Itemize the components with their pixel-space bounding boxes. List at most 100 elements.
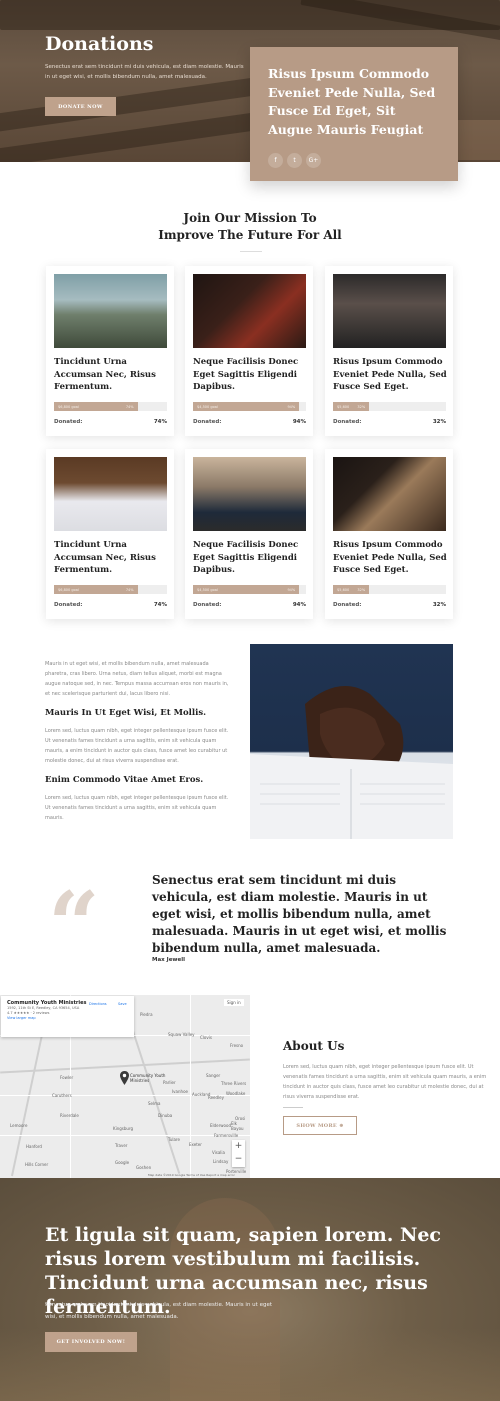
map-town-label: Squaw Valley [168,1032,195,1037]
praying-hands-image [250,644,453,839]
hero-description: Senectus erat sem tincidunt mi duis vehi… [45,64,244,80]
map-pin-icon[interactable] [120,1071,129,1085]
map-sign-in[interactable]: Sign in [224,999,244,1006]
page-title: Donations [45,33,154,55]
donated-label: Donated: [193,602,222,608]
donation-card-title[interactable]: Neque Facilisis Donec Eget Sagittis Elig… [193,539,309,577]
cta-text: Senectus erat sem tincidunt mi duis vehi… [45,1302,272,1320]
show-more-button[interactable]: SHOW MORE ⊕ [283,1116,357,1135]
donation-progress-fill: $5,600 32% [333,402,370,411]
donation-card-image [54,457,167,531]
donated-label: Donated: [54,419,83,425]
donation-card-image [333,274,446,348]
map-town-label: Fowler [60,1075,74,1080]
about-heading: About Us [283,1039,345,1053]
hero-feature-card: Risus Ipsum Commodo Eveniet Pede Nulla, … [250,47,458,181]
get-involved-button[interactable]: GET INVOLVED NOW! [45,1332,137,1352]
donation-card-title[interactable]: Risus Ipsum Commodo Eveniet Pede Nulla, … [333,539,449,577]
map-footer: Map data ©2019 Google Terms of Use Repor… [148,1173,235,1177]
donation-card-title[interactable]: Risus Ipsum Commodo Eveniet Pede Nulla, … [333,356,449,394]
mission-heading-line-1: Join Our Mission To [183,211,317,225]
map-town-label: Hanford [26,1144,42,1149]
donation-card-image [54,274,167,348]
map-place-card: Community Youth Ministries 1592, 11th St… [1,996,134,1037]
donation-card-image [333,457,446,531]
article-paragraph-1: Lorem sed, luctus quam nibh, eget intege… [45,728,229,764]
donated-percent: 32% [432,602,446,608]
progress-goal-label: $5,600 [337,404,350,409]
quote-mark-icon: “ [48,872,100,978]
donation-card[interactable]: Tincidunt Urna Accumsan Nec, Risus Ferme… [46,266,174,436]
donated-percent: 94% [292,602,306,608]
article-heading-2: Enim Commodo Vitae Amet Eros. [45,775,204,785]
donated-label: Donated: [333,602,362,608]
map-town-label: Clovis [200,1035,212,1040]
donation-card-image [193,457,306,531]
map-town-label: Ivanhoe [172,1089,188,1094]
donated-label: Donated: [333,419,362,425]
progress-percent-label: 94% [287,587,296,592]
twitter-icon[interactable]: t [287,153,302,168]
donation-card-title[interactable]: Tincidunt Urna Accumsan Nec, Risus Ferme… [54,539,170,577]
donation-progress-bar: $5,600 32% [333,585,446,594]
article-paragraph-2: Lorem sed, luctus quam nibh, eget intege… [45,795,229,821]
donation-card[interactable]: Tincidunt Urna Accumsan Nec, Risus Ferme… [46,449,174,619]
donation-progress-bar: $6,800 goal 74% [54,585,167,594]
map-town-label: Tulare [168,1137,180,1142]
map-town-label: Hills Corner [25,1162,49,1167]
zoom-out-button[interactable]: − [232,1153,245,1166]
donation-card[interactable]: Neque Facilisis Donec Eget Sagittis Elig… [185,266,313,436]
view-larger-map-link[interactable]: View larger map [7,1016,128,1021]
article-intro: Mauris in ut eget wisi, et mollis bibend… [45,661,229,697]
map-town-label: Elk Bayou [231,1121,244,1131]
map-town-label: Auckland [192,1092,211,1097]
map-town-label: Fresno [230,1043,244,1048]
zoom-in-button[interactable]: + [232,1140,245,1153]
donation-card[interactable]: Risus Ipsum Commodo Eveniet Pede Nulla, … [325,449,453,619]
map-town-label: Sanger [206,1073,221,1078]
donate-now-button[interactable]: DONATE NOW [45,97,116,116]
progress-goal-label: $4,500 goal [197,587,218,592]
map-town-label: Kingsburg [113,1126,134,1131]
donated-percent: 74% [153,602,167,608]
donated-percent: 32% [432,419,446,425]
progress-percent-label: 74% [125,587,134,592]
map-town-label: Piedra [140,1012,153,1017]
map-town-label: Farmersville [214,1133,239,1138]
donated-label: Donated: [54,602,83,608]
map-town-label: Google [115,1160,130,1165]
mission-heading-line-2: Improve The Future For All [158,228,342,242]
save-link[interactable]: Save [118,1002,127,1006]
donated-percent: 94% [292,419,306,425]
donation-progress-bar: $4,500 goal 94% [193,402,306,411]
donation-progress-bar: $5,600 32% [333,402,446,411]
donation-card[interactable]: Neque Facilisis Donec Eget Sagittis Elig… [185,449,313,619]
map-town-label: Goshen [136,1165,152,1170]
testimonial-quote: Senectus erat sem tincidunt mi duis vehi… [152,873,447,955]
progress-goal-label: $4,500 goal [197,404,218,409]
google-plus-icon[interactable]: G+ [306,153,321,168]
divider [240,251,262,252]
donated-label: Donated: [193,419,222,425]
progress-percent-label: 74% [125,404,134,409]
hero-card-text: Risus Ipsum Commodo Eveniet Pede Nulla, … [268,66,436,137]
map-town-label: Lemoore [10,1123,28,1128]
quote-author: Max Jewell [152,957,186,963]
google-map[interactable]: Piedra Squaw Valley Fresno Clovis Sanger Reed… [0,995,250,1178]
donation-card-title[interactable]: Neque Facilisis Donec Eget Sagittis Elig… [193,356,309,394]
map-town-label: Lindsay [213,1159,229,1164]
map-town-label: Dinuba [158,1113,173,1118]
donated-percent: 74% [153,419,167,425]
article-block: Mauris in ut eget wisi, et mollis bibend… [45,659,230,823]
donation-card[interactable]: Risus Ipsum Commodo Eveniet Pede Nulla, … [325,266,453,436]
facebook-icon[interactable]: f [268,153,283,168]
map-town-label: Elderwood [210,1123,231,1128]
progress-percent-label: 94% [287,404,296,409]
donation-card-title[interactable]: Tincidunt Urna Accumsan Nec, Risus Ferme… [54,356,170,394]
progress-percent-label: 32% [357,587,366,592]
donation-card-image [193,274,306,348]
map-pin-label: Community Youth Ministries [130,1073,166,1083]
map-zoom-control[interactable]: + − [232,1140,245,1167]
donation-progress-fill: $6,800 goal 74% [54,585,138,594]
directions-link[interactable]: Directions [89,1002,107,1006]
